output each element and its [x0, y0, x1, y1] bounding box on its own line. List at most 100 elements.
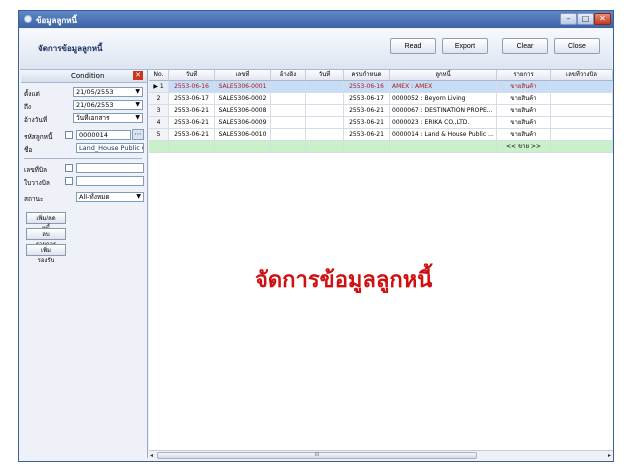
date-cell[interactable]: 2553-06-21	[169, 129, 215, 141]
column-header[interactable]: ลูกหนี้	[390, 70, 497, 81]
billno-cell[interactable]	[551, 81, 613, 93]
date-cell[interactable]: 2553-06-21	[169, 105, 215, 117]
date-cell[interactable]: 2553-06-16	[169, 81, 215, 93]
ref-cell[interactable]	[271, 117, 306, 129]
bill-checkbox[interactable]	[65, 164, 73, 172]
date-type-label: อ้างวันที่	[24, 116, 48, 124]
date-cell[interactable]: 2553-06-21	[169, 117, 215, 129]
invoice-input[interactable]	[76, 176, 144, 186]
column-header[interactable]: อ้างอิง	[271, 70, 306, 81]
empty-cell[interactable]	[390, 141, 497, 153]
item-cell[interactable]: ขายสินค้า	[497, 93, 551, 105]
date-type-select[interactable]: วันที่เอกสาร ▼	[73, 113, 143, 123]
status-value: All-ทั้งหมด	[79, 193, 110, 201]
column-header[interactable]: เลขที่	[215, 70, 271, 81]
maximize-button[interactable]: □	[577, 13, 594, 25]
scroll-left-icon[interactable]: ◂	[150, 451, 153, 461]
scroll-thumb[interactable]: III	[157, 452, 477, 459]
scroll-right-icon[interactable]: ▸	[608, 451, 611, 461]
doc-cell[interactable]: SALE5306-0008	[215, 105, 271, 117]
date2-cell[interactable]	[306, 117, 344, 129]
column-header[interactable]: No.	[149, 70, 169, 81]
name-field[interactable]: Land_House Public Comp	[76, 143, 144, 153]
date2-cell[interactable]	[306, 105, 344, 117]
item-cell[interactable]: ขายสินค้า	[497, 129, 551, 141]
due-cell[interactable]: 2553-06-16	[344, 81, 390, 93]
ref-cell[interactable]	[271, 93, 306, 105]
empty-cell[interactable]	[271, 141, 306, 153]
empty-cell[interactable]	[215, 141, 271, 153]
close-button[interactable]: Close	[554, 38, 600, 54]
lookup-icon[interactable]: ⋯	[132, 129, 144, 140]
empty-cell[interactable]	[551, 141, 613, 153]
empty-cell[interactable]	[344, 141, 390, 153]
chevron-down-icon: ▼	[136, 193, 141, 200]
item-cell[interactable]: ขายสินค้า	[497, 117, 551, 129]
add-support-button[interactable]: เพิ่มรองรับ	[26, 244, 66, 264]
title-bar[interactable]: ข้อมูลลูกหนี้ – □ ✕	[19, 11, 613, 28]
date-cell[interactable]: 2553-06-17	[169, 93, 215, 105]
empty-cell[interactable]	[169, 141, 215, 153]
due-cell[interactable]: 2553-06-21	[344, 117, 390, 129]
date2-cell[interactable]	[306, 129, 344, 141]
column-header[interactable]: เลขที่วางบิล	[551, 70, 613, 81]
row-number: 5	[149, 129, 169, 141]
date2-cell[interactable]	[306, 93, 344, 105]
minimize-button[interactable]: –	[560, 13, 577, 25]
horizontal-scrollbar[interactable]: ◂ III ▸	[149, 450, 613, 461]
end-date-label: ถึง	[24, 103, 32, 111]
column-header[interactable]: ครบกำหนด	[344, 70, 390, 81]
close-condition-icon[interactable]: ✕	[133, 71, 143, 80]
current-row-icon: ▶	[153, 83, 158, 90]
ref-cell[interactable]	[271, 81, 306, 93]
ref-cell[interactable]	[271, 105, 306, 117]
billno-cell[interactable]	[551, 105, 613, 117]
end-date-value: 21/06/2553	[76, 101, 114, 109]
debtor-code-label: รหัสลูกหนี้	[24, 133, 53, 141]
condition-header: Condition ✕	[21, 70, 147, 83]
invoice-checkbox[interactable]	[65, 177, 73, 185]
debtor-cell[interactable]: 0000023 : ERIKA CO.,LTD.	[390, 117, 497, 129]
due-cell[interactable]: 2553-06-21	[344, 129, 390, 141]
item-cell[interactable]: ขายสินค้า	[497, 81, 551, 93]
start-date-field[interactable]: 21/05/2553 ▼	[73, 87, 143, 97]
debtor-code-checkbox[interactable]	[65, 131, 73, 139]
start-date-label: ตั้งแต่	[24, 90, 40, 98]
invoice-label: ใบวางบิล	[24, 179, 50, 187]
clear-button[interactable]: Clear	[502, 38, 548, 54]
new-row-item-cell[interactable]: << ขาย >>	[497, 141, 551, 153]
chevron-down-icon: ▼	[135, 101, 140, 108]
delete-item-button[interactable]: ลบรายการ	[26, 228, 66, 248]
condition-panel: Condition ✕ ตั้งแต่ 21/05/2553 ▼ ถึง 21/0…	[21, 70, 148, 458]
close-window-button[interactable]: ✕	[594, 13, 611, 25]
due-cell[interactable]: 2553-06-21	[344, 105, 390, 117]
column-header[interactable]: วันที่	[306, 70, 344, 81]
debtor-cell[interactable]: 0000067 : DESTINATION PROPE...	[390, 105, 497, 117]
column-header[interactable]: วันที่	[169, 70, 215, 81]
watermark-text: จัดการข้อมูลลูกหนี้	[255, 267, 433, 293]
column-header[interactable]: รายการ	[497, 70, 551, 81]
export-button[interactable]: Export	[442, 38, 488, 54]
bill-input[interactable]	[76, 163, 144, 173]
doc-cell[interactable]: SALE5306-0001	[215, 81, 271, 93]
billno-cell[interactable]	[551, 117, 613, 129]
ref-cell[interactable]	[271, 129, 306, 141]
item-cell[interactable]: ขายสินค้า	[497, 105, 551, 117]
debtor-code-input[interactable]: 0000014	[76, 130, 131, 140]
empty-cell[interactable]	[306, 141, 344, 153]
due-cell[interactable]: 2553-06-17	[344, 93, 390, 105]
debtor-cell[interactable]: AMEX : AMEX	[390, 81, 497, 93]
debtor-cell[interactable]: 0000052 : Beyorn Living	[390, 93, 497, 105]
end-date-field[interactable]: 21/06/2553 ▼	[73, 100, 143, 110]
billno-cell[interactable]	[551, 129, 613, 141]
status-select[interactable]: All-ทั้งหมด ▼	[76, 192, 144, 202]
chevron-down-icon: ▼	[135, 88, 140, 95]
debtor-cell[interactable]: 0000014 : Land & House Public ...	[390, 129, 497, 141]
doc-cell[interactable]: SALE5306-0002	[215, 93, 271, 105]
doc-cell[interactable]: SALE5306-0010	[215, 129, 271, 141]
read-button[interactable]: Read	[390, 38, 436, 54]
date2-cell[interactable]	[306, 81, 344, 93]
doc-cell[interactable]: SALE5306-0009	[215, 117, 271, 129]
billno-cell[interactable]	[551, 93, 613, 105]
add-debt-button[interactable]: เพิ่ม/ลดหนี้	[26, 212, 66, 232]
